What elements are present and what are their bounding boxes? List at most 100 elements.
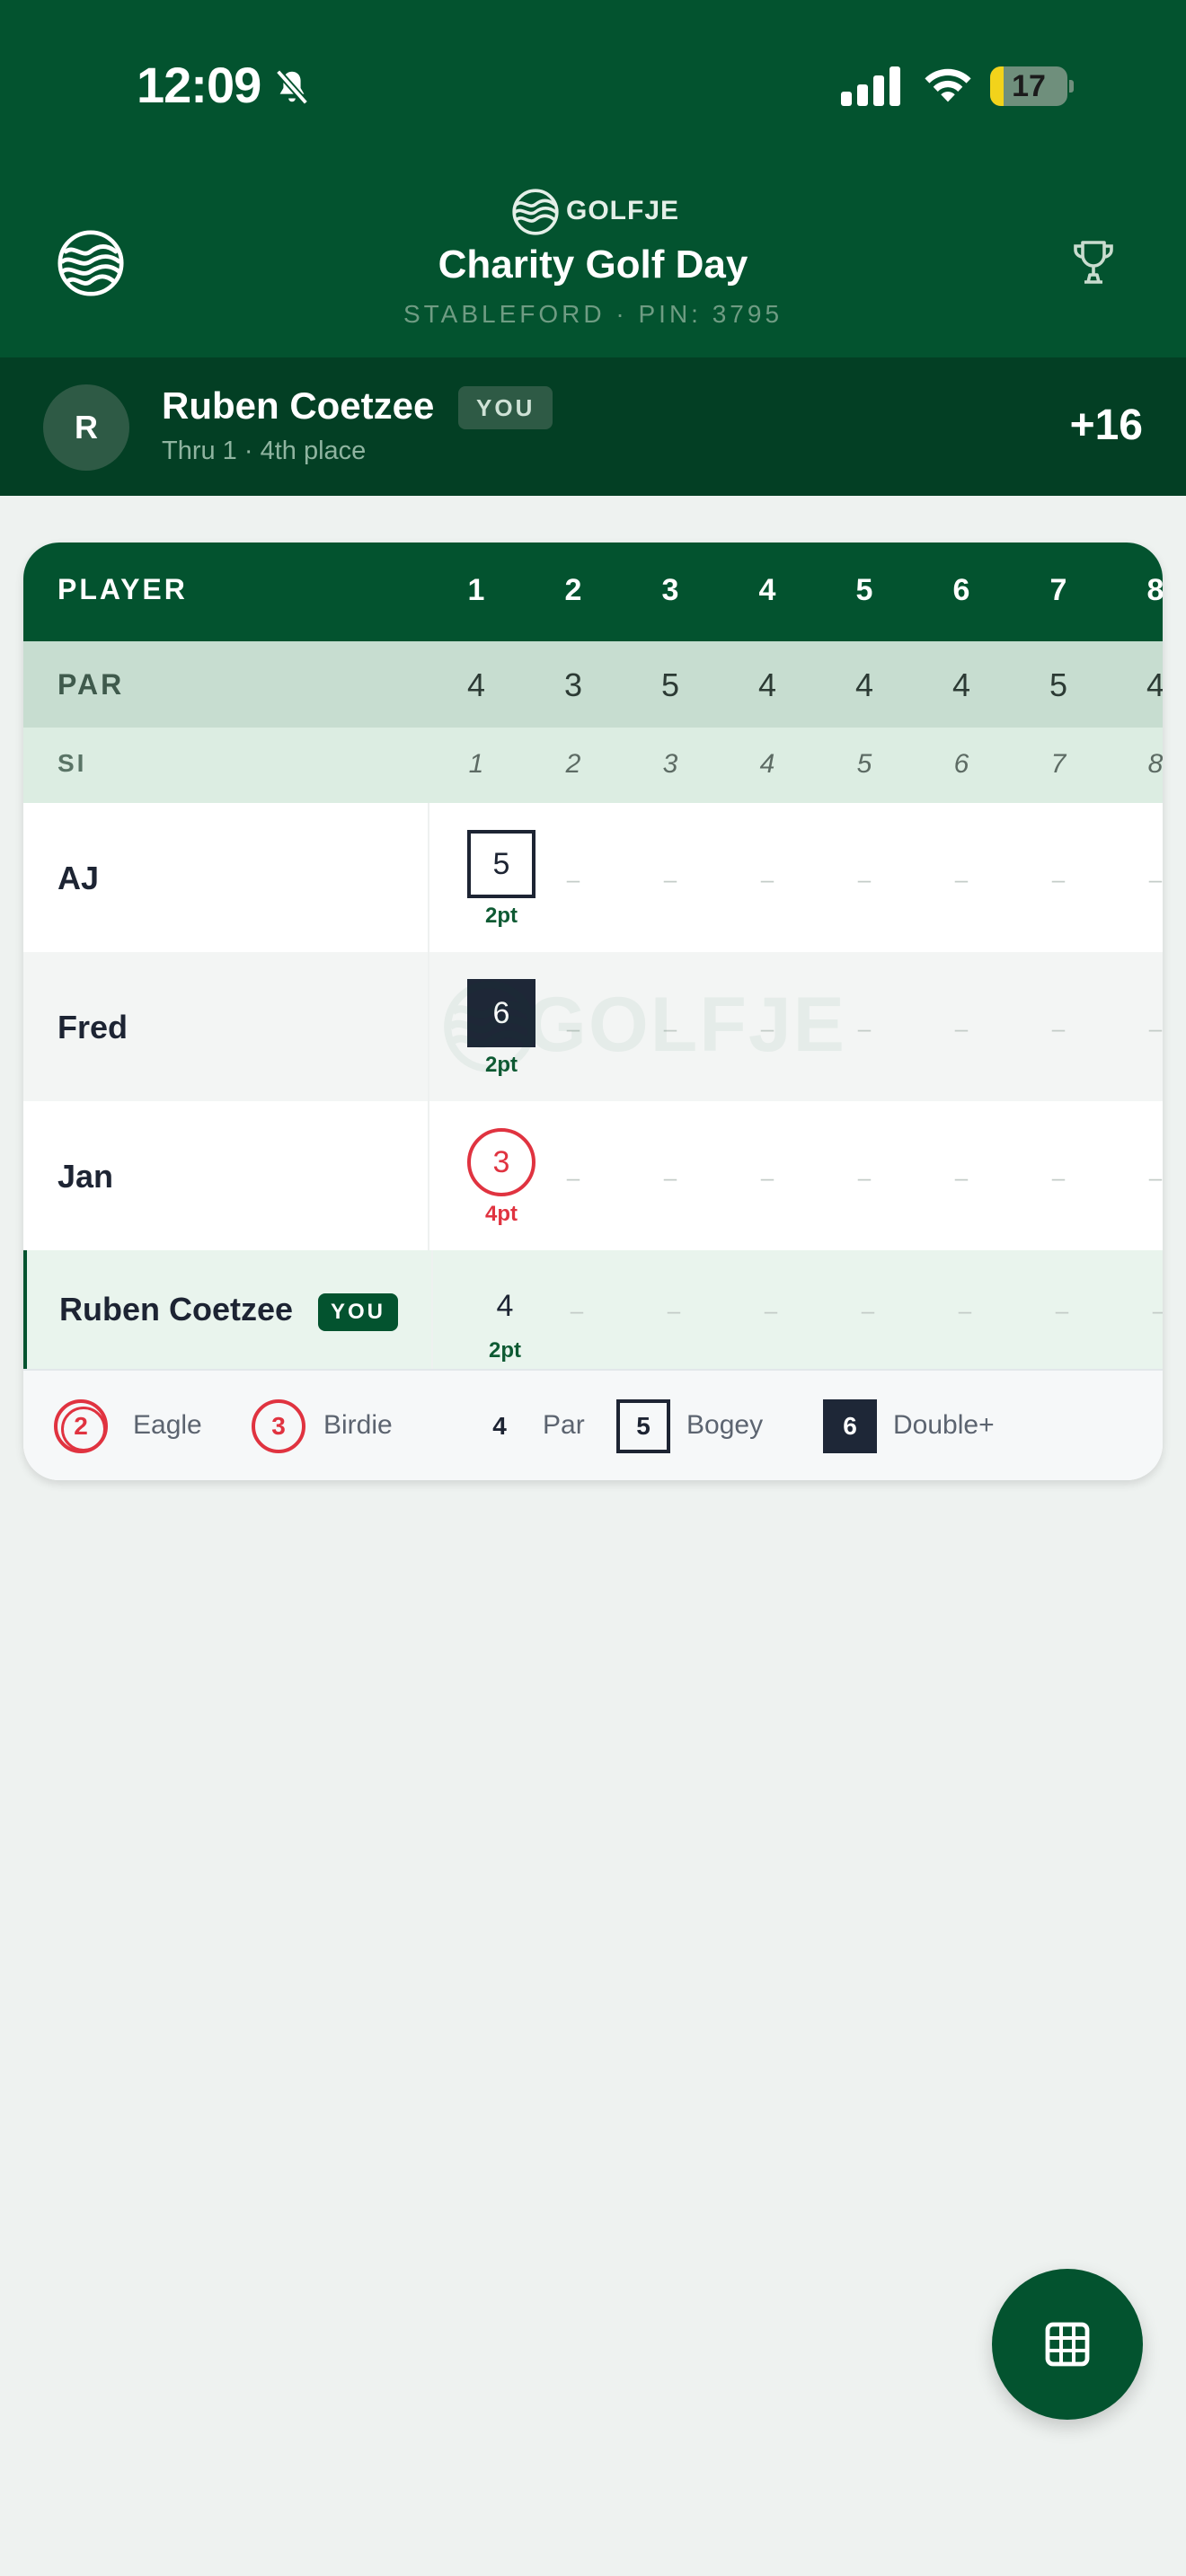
empty-score: –	[760, 866, 774, 893]
scorecard-grid-icon	[1045, 2322, 1090, 2367]
empty-score: –	[1114, 1297, 1163, 1325]
par-value: 4	[854, 666, 874, 703]
par-value: 4	[951, 666, 971, 703]
empty-score: –	[663, 1015, 677, 1042]
brand-name: GOLFJE	[566, 196, 680, 225]
empty-score: –	[667, 1297, 681, 1324]
battery-label: 17	[1012, 69, 1046, 103]
empty-score: –	[566, 866, 580, 893]
event-title: Charity Golf Day	[438, 243, 748, 287]
empty-score: –	[954, 866, 969, 893]
table-row-current-player[interactable]: Ruben Coetzee YOU 4 2pt – – – – – – –	[23, 1250, 1163, 1369]
score-legend: 2 Eagle 3 Birdie 4 Par 5 Bogey 6 Double+	[23, 1369, 1163, 1480]
bogey-score: 5	[467, 830, 535, 898]
bogey-marker: 5	[616, 1399, 670, 1453]
player-name: Jan	[58, 1158, 114, 1195]
battery-icon: 17	[990, 66, 1074, 106]
status-time: 12:09	[137, 57, 261, 113]
you-badge: YOU	[458, 386, 553, 429]
player-name: Fred	[58, 1009, 128, 1045]
empty-score: –	[764, 1297, 778, 1324]
legend-label: Bogey	[686, 1410, 764, 1440]
birdie-marker: 3	[252, 1399, 305, 1453]
empty-score: –	[566, 1015, 580, 1042]
empty-score: –	[958, 1297, 972, 1324]
empty-score: –	[861, 1297, 875, 1324]
hole-points: 4pt	[485, 1202, 518, 1226]
golfje-mark-icon	[512, 189, 559, 235]
si-value: 2	[565, 749, 581, 779]
empty-score: –	[663, 866, 677, 893]
empty-score: –	[570, 1297, 584, 1324]
si-label: SI	[58, 749, 87, 777]
you-badge: YOU	[318, 1293, 399, 1331]
par-value: 4	[757, 666, 777, 703]
hole-number: 4	[758, 573, 776, 607]
par-row: PAR 4 3 5 4 4 4 5 4	[23, 641, 1163, 728]
hole-number: 3	[661, 573, 679, 607]
par-value: 3	[563, 666, 583, 703]
par-marker: 4	[492, 1412, 507, 1440]
current-player-status: Thru 1 · 4th place	[162, 437, 367, 465]
empty-score: –	[954, 1164, 969, 1191]
empty-score: –	[1051, 1164, 1066, 1191]
legend-label: Birdie	[323, 1410, 393, 1440]
scorecard-fab-button[interactable]	[992, 2269, 1143, 2420]
empty-score: –	[857, 1164, 872, 1191]
player-column-header: PLAYER	[58, 573, 188, 605]
si-value: 7	[1050, 749, 1067, 779]
empty-score: –	[1148, 866, 1163, 893]
empty-score: –	[566, 1164, 580, 1191]
hole-number: 1	[467, 573, 485, 607]
legend-label: Double+	[893, 1410, 995, 1440]
birdie-score: 3	[467, 1128, 535, 1196]
hole-points: 2pt	[489, 1338, 521, 1363]
si-value: 4	[759, 749, 775, 779]
avatar: R	[43, 384, 129, 471]
hole-number: 5	[855, 573, 873, 607]
par-label: PAR	[58, 668, 125, 701]
par-score: 4	[496, 1289, 514, 1323]
empty-score: –	[663, 1164, 677, 1191]
hole-number: 8	[1146, 573, 1163, 607]
brand-wordmark: GOLFJE	[510, 187, 680, 237]
empty-score: –	[857, 1015, 872, 1042]
si-value: 3	[662, 749, 678, 779]
stroke-index-row: SI 1 2 3 4 5 6 7 8	[23, 728, 1163, 803]
double-bogey-score: 6	[467, 979, 535, 1047]
scorecard[interactable]: PLAYER 1 2 3 4 5 6 7 8 PAR 4 3 5 4 4 4 5…	[23, 543, 1163, 1480]
double-bogey-marker: 6	[823, 1399, 877, 1453]
current-player-score: +16	[1069, 401, 1143, 449]
table-row[interactable]: AJ 5 2pt – – – – – – –	[23, 803, 1163, 952]
current-player-name: Ruben Coetzee	[162, 384, 435, 427]
hole-number: 6	[952, 573, 970, 607]
par-value: 4	[466, 666, 486, 703]
empty-score: –	[954, 1015, 969, 1042]
empty-score: –	[1148, 1015, 1163, 1042]
empty-score: –	[857, 866, 872, 893]
si-value: 5	[856, 749, 872, 779]
table-row[interactable]: Jan 3 4pt – – – – – – –	[23, 1101, 1163, 1250]
empty-score: –	[760, 1015, 774, 1042]
legend-label: Par	[543, 1410, 585, 1440]
empty-score: –	[1051, 1015, 1066, 1042]
hole-header-row: PLAYER 1 2 3 4 5 6 7 8	[23, 543, 1163, 641]
table-row[interactable]: Fred 6 2pt – – – – – – –	[23, 952, 1163, 1101]
wifi-icon	[925, 68, 971, 102]
player-name: AJ	[58, 860, 100, 896]
legend-label: Eagle	[133, 1410, 202, 1440]
empty-score: –	[1055, 1297, 1069, 1324]
par-value: 5	[1049, 666, 1068, 703]
eagle-marker: 2	[54, 1399, 108, 1453]
si-value: 6	[953, 749, 969, 779]
hole-points: 2pt	[485, 904, 518, 928]
hole-number: 7	[1049, 573, 1067, 607]
si-value: 1	[468, 749, 484, 779]
trophy-icon[interactable]	[1071, 239, 1116, 286]
si-value: 8	[1147, 749, 1163, 779]
hole-points: 2pt	[485, 1053, 518, 1077]
hole-number: 2	[564, 573, 582, 607]
player-name: Ruben Coetzee	[59, 1291, 294, 1328]
empty-score: –	[1051, 866, 1066, 893]
event-subtitle: STABLEFORD · PIN: 3795	[403, 300, 783, 328]
